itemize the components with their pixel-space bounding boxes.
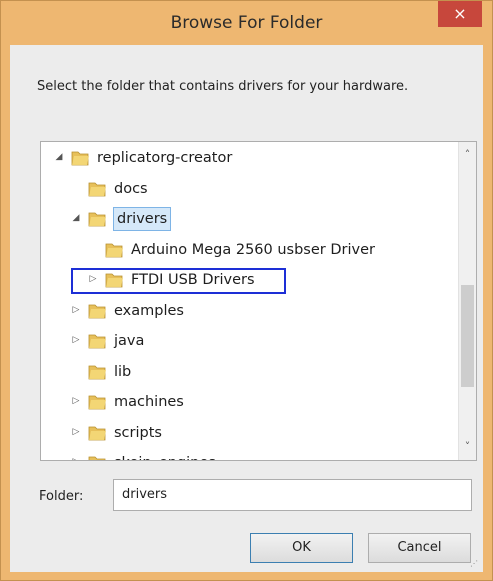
folder-icon xyxy=(88,304,106,318)
scroll-down-arrow-icon[interactable]: ˅ xyxy=(459,438,476,455)
tree-item[interactable]: ▷ scripts xyxy=(41,421,441,445)
tree-item[interactable]: ▷ examples xyxy=(41,299,441,323)
tree-item[interactable]: ▷ skein_engines xyxy=(41,451,441,460)
tree-item[interactable]: docs xyxy=(41,177,441,201)
folder-field-label: Folder: xyxy=(39,489,84,504)
close-icon: × xyxy=(453,4,467,23)
folder-icon xyxy=(105,243,123,257)
folder-icon xyxy=(88,395,106,410)
folder-icon xyxy=(88,182,106,196)
vertical-scrollbar[interactable]: ˄ ˅ xyxy=(458,142,476,460)
tree-item-label: replicatorg-creator xyxy=(97,150,233,166)
tree-item-label: java xyxy=(114,333,145,349)
tree-item-label: scripts xyxy=(114,424,162,441)
tree-item-label: docs xyxy=(114,180,148,197)
browse-for-folder-window: Browse For Folder × Select the folder th… xyxy=(0,0,493,581)
tree-item[interactable]: ◢ drivers xyxy=(41,207,441,231)
collapse-arrow-icon xyxy=(71,365,81,377)
expand-arrow-icon[interactable]: ▷ xyxy=(71,426,81,438)
tree-item[interactable]: Arduino Mega 2560 usbser Driver xyxy=(41,238,441,262)
tree-item[interactable]: lib xyxy=(41,360,441,384)
highlight-annotation-box xyxy=(71,268,286,294)
folder-icon xyxy=(71,151,89,166)
collapse-arrow-icon xyxy=(88,243,98,255)
expand-arrow-icon[interactable]: ▷ xyxy=(71,395,81,407)
expand-arrow-icon[interactable]: ▷ xyxy=(71,334,81,346)
resize-grip-icon[interactable]: ⋰ xyxy=(470,559,480,569)
window-title: Browse For Folder xyxy=(170,13,323,33)
folder-icon xyxy=(88,456,106,460)
cancel-button[interactable]: Cancel xyxy=(368,533,471,563)
ok-button[interactable]: OK xyxy=(250,533,353,563)
folder-icon xyxy=(88,365,106,379)
folder-tree[interactable]: ▷skein_engines▷scripts▷machineslib▷java▷… xyxy=(40,141,477,461)
tree-item-label: Arduino Mega 2560 usbser Driver xyxy=(131,241,375,258)
tree-item-label: skein_engines xyxy=(114,452,216,460)
tree-item-label: machines xyxy=(114,394,184,410)
collapse-arrow-icon[interactable]: ◢ xyxy=(71,212,81,224)
tree-item[interactable]: ▷ java xyxy=(41,329,441,353)
close-button[interactable]: × xyxy=(438,1,482,27)
tree-item[interactable]: ◢ replicatorg-creator xyxy=(41,146,441,170)
folder-input[interactable]: drivers xyxy=(113,479,472,511)
instruction-text: Select the folder that contains drivers … xyxy=(37,79,409,94)
dialog-client-area: Select the folder that contains drivers … xyxy=(10,45,483,572)
collapse-arrow-icon[interactable]: ◢ xyxy=(54,151,64,163)
tree-item-label: lib xyxy=(114,363,132,380)
folder-icon xyxy=(88,212,106,227)
tree-item[interactable]: ▷ machines xyxy=(41,390,441,414)
collapse-arrow-icon xyxy=(71,182,81,194)
title-bar[interactable]: Browse For Folder × xyxy=(1,1,492,45)
tree-item-label: examples xyxy=(114,302,184,319)
folder-icon xyxy=(88,334,106,349)
expand-arrow-icon[interactable]: ▷ xyxy=(71,304,81,316)
tree-item-label: drivers xyxy=(112,207,172,231)
folder-icon xyxy=(88,426,106,440)
scroll-up-arrow-icon[interactable]: ˄ xyxy=(459,146,476,163)
scrollbar-thumb[interactable] xyxy=(461,285,474,387)
expand-arrow-icon[interactable]: ▷ xyxy=(71,456,81,460)
